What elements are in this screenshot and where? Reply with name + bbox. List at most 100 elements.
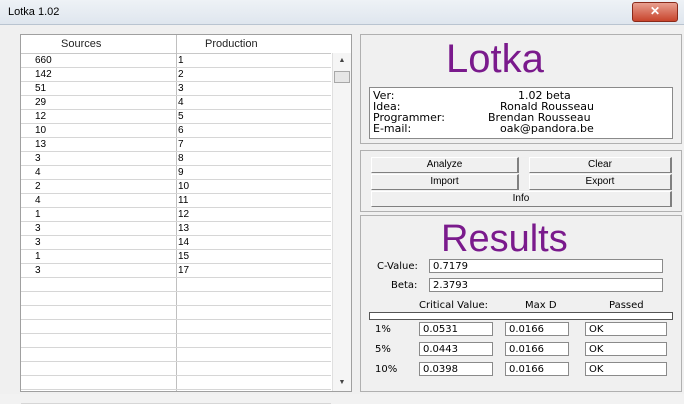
progress-bar — [369, 312, 673, 320]
table-row[interactable]: 1 12 — [21, 208, 331, 222]
critical-field[interactable]: 0.0398 — [419, 362, 493, 376]
col-passed: Passed — [609, 300, 644, 311]
production-cell[interactable]: 11 — [178, 194, 188, 207]
passed-field[interactable]: OK — [585, 362, 667, 376]
sources-cell[interactable]: 4 — [35, 194, 41, 207]
sources-cell[interactable]: 10 — [35, 124, 46, 137]
table-row[interactable]: 3 13 — [21, 222, 331, 236]
production-cell[interactable]: 2 — [178, 68, 184, 81]
production-cell[interactable]: 6 — [178, 124, 184, 137]
production-cell[interactable]: 3 — [178, 82, 184, 95]
sources-cell[interactable]: 3 — [35, 264, 41, 277]
title-bar: Lotka 1.02 ✕ — [0, 0, 684, 25]
header-production[interactable]: Production — [205, 38, 258, 50]
table-row[interactable]: 51 3 — [21, 82, 331, 96]
sources-cell[interactable]: 29 — [35, 96, 46, 109]
scroll-down-icon[interactable]: ▼ — [333, 375, 351, 391]
results-panel: Results C-Value: 0.7179 Beta: 2.3793 Cri… — [360, 215, 682, 392]
scroll-thumb[interactable] — [334, 71, 350, 83]
clear-button[interactable]: Clear — [529, 157, 672, 173]
sources-cell[interactable]: 3 — [35, 152, 41, 165]
table-row[interactable]: 38 — [21, 152, 331, 166]
email-value: oak@pandora.be — [500, 122, 594, 135]
sources-cell[interactable]: 51 — [35, 82, 46, 95]
data-grid[interactable]: Sources Production 660 1 142 2 51 3 29 4 12 5 10 6 1… — [20, 34, 352, 404]
production-cell[interactable]: 15 — [178, 250, 189, 263]
sources-cell[interactable]: 4 — [35, 166, 41, 179]
results-title: Results — [441, 218, 568, 260]
sources-cell[interactable]: 12 — [35, 110, 46, 123]
production-cell[interactable]: 12 — [178, 208, 189, 221]
about-panel: Lotka Ver: 1.02 beta Idea: Ronald Rousse… — [360, 34, 682, 144]
table-row[interactable] — [21, 278, 331, 292]
table-row[interactable] — [21, 306, 331, 320]
logo-title: Lotka — [446, 37, 544, 81]
sources-cell[interactable]: 142 — [35, 68, 52, 81]
table-row[interactable] — [21, 334, 331, 348]
critical-field[interactable]: 0.0443 — [419, 342, 493, 356]
passed-field[interactable]: OK — [585, 342, 667, 356]
vertical-scrollbar[interactable]: ▲ ▼ — [332, 53, 351, 391]
info-button[interactable]: Info — [371, 191, 672, 207]
table-row[interactable] — [21, 376, 331, 390]
table-row[interactable] — [21, 362, 331, 376]
analyze-button[interactable]: Analyze — [371, 157, 519, 173]
cvalue-field[interactable]: 0.7179 — [429, 259, 663, 273]
table-row[interactable]: 2 10 — [21, 180, 331, 194]
maxd-field[interactable]: 0.0166 — [505, 322, 569, 336]
critical-field[interactable]: 0.0531 — [419, 322, 493, 336]
table-row[interactable]: 142 2 — [21, 68, 331, 82]
email-label: E-mail: — [373, 122, 412, 135]
table-row[interactable]: 13 7 — [21, 138, 331, 152]
beta-label: Beta: — [391, 280, 418, 291]
col-max-d: Max D — [525, 300, 557, 311]
sources-cell[interactable]: 3 — [35, 222, 41, 235]
info-box: Ver: 1.02 beta Idea: Ronald Rousseau Pro… — [369, 87, 673, 139]
export-button[interactable]: Export — [529, 174, 672, 190]
table-row[interactable]: 3 14 — [21, 236, 331, 250]
passed-field[interactable]: OK — [585, 322, 667, 336]
beta-field[interactable]: 2.3793 — [429, 278, 663, 292]
header-sources[interactable]: Sources — [61, 38, 101, 50]
significance-level: 1% — [375, 324, 391, 335]
table-row[interactable]: 49 — [21, 166, 331, 180]
maxd-field[interactable]: 0.0166 — [505, 342, 569, 356]
lotka-window: Lotka 1.02 ✕ Sources Production 660 1 142 2… — [0, 0, 684, 404]
table-row[interactable] — [21, 390, 331, 404]
table-row[interactable] — [21, 320, 331, 334]
cvalue-label: C-Value: — [377, 261, 418, 272]
significance-level: 5% — [375, 344, 391, 355]
table-row[interactable]: 10 6 — [21, 124, 331, 138]
sources-cell[interactable]: 2 — [35, 180, 41, 193]
production-cell[interactable]: 5 — [178, 110, 184, 123]
sources-cell[interactable]: 1 — [35, 208, 41, 221]
maxd-field[interactable]: 0.0166 — [505, 362, 569, 376]
actions-panel: Analyze Clear Import Export Info — [360, 150, 682, 212]
production-cell[interactable]: 7 — [178, 138, 184, 151]
col-critical-value: Critical Value: — [419, 300, 488, 311]
sources-cell[interactable]: 1 — [35, 250, 41, 263]
table-row[interactable]: 29 4 — [21, 96, 331, 110]
table-row[interactable]: 12 5 — [21, 110, 331, 124]
production-cell[interactable]: 10 — [178, 180, 189, 193]
production-cell[interactable]: 4 — [178, 96, 184, 109]
table-row[interactable]: 1 15 — [21, 250, 331, 264]
grid-rows: 660 1 142 2 51 3 29 4 12 5 10 6 13 7 3 8 4 9 2 10 4 11 1 12 3 13 3… — [21, 54, 331, 404]
table-row[interactable]: 4 11 — [21, 194, 331, 208]
production-cell[interactable]: 17 — [178, 264, 189, 277]
table-row[interactable]: 660 1 — [21, 54, 331, 68]
close-button[interactable]: ✕ — [632, 2, 678, 22]
sources-cell[interactable]: 660 — [35, 54, 52, 67]
production-cell[interactable]: 13 — [178, 222, 189, 235]
sources-cell[interactable]: 3 — [35, 236, 41, 249]
production-cell[interactable]: 8 — [178, 152, 184, 165]
sources-cell[interactable]: 13 — [35, 138, 46, 151]
table-row[interactable] — [21, 292, 331, 306]
production-cell[interactable]: 1 — [178, 54, 184, 67]
production-cell[interactable]: 14 — [178, 236, 189, 249]
import-button[interactable]: Import — [371, 174, 519, 190]
production-cell[interactable]: 9 — [178, 166, 184, 179]
table-row[interactable] — [21, 348, 331, 362]
scroll-up-icon[interactable]: ▲ — [333, 53, 351, 69]
table-row[interactable]: 3 17 — [21, 264, 331, 278]
